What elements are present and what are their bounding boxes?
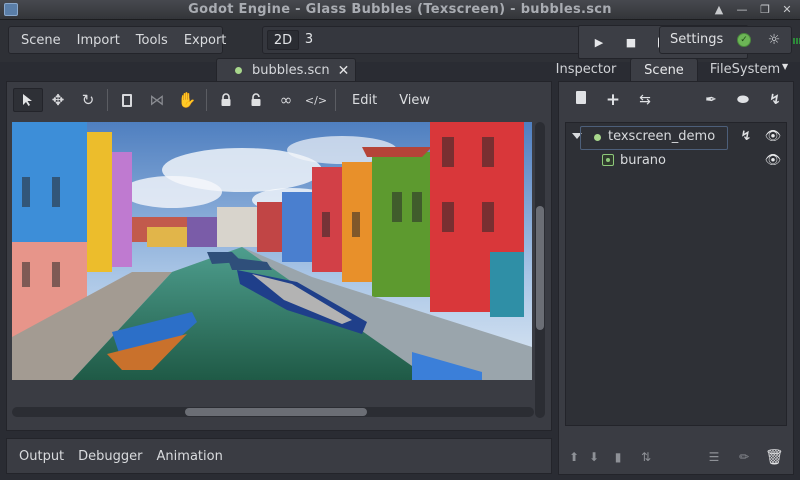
dock-menu-arrow-icon[interactable]: ▼ — [782, 62, 792, 72]
tab-scene[interactable]: Scene — [630, 58, 698, 82]
settings-button[interactable]: Settings — [670, 32, 723, 47]
tree-node-texscreen-demo[interactable]: texscreen_demo ↯ 👁 — [566, 125, 786, 150]
group-icon[interactable]: ∞ — [271, 88, 301, 112]
scale-tool-icon[interactable] — [112, 88, 142, 112]
close-icon[interactable]: ✕ — [338, 63, 350, 79]
close-button[interactable]: ✕ — [779, 2, 795, 18]
select-tool-icon[interactable] — [13, 88, 43, 112]
merge-icon[interactable]: ☰ — [705, 448, 723, 466]
node-label: texscreen_demo — [608, 129, 716, 144]
scene-dock-bottom-toolbar: ⬆ ⬇ ▮ ⇅ ☰ ✏ 🗑 — [559, 440, 793, 474]
menu-import[interactable]: Import — [69, 33, 128, 48]
rotate-tool-icon[interactable]: ↻ — [73, 88, 103, 112]
window-title: Godot Engine - Glass Bubbles (Texscreen)… — [188, 2, 612, 17]
godot-editor-window: { "window": { "title": "Godot Engine - G… — [0, 0, 800, 480]
new-scene-icon[interactable] — [571, 90, 591, 110]
scene-dot-icon — [235, 67, 242, 74]
ungroup-icon[interactable]: </> — [301, 88, 331, 112]
toolbar-separator — [107, 89, 108, 111]
vertical-scrollbar[interactable] — [535, 122, 545, 418]
tab-label: bubbles.scn — [252, 63, 330, 78]
sprite-icon — [602, 154, 614, 166]
move-down-icon[interactable]: ⬇ — [585, 448, 603, 466]
tree-node-burano[interactable]: burano 👁 — [566, 149, 786, 173]
menu-export[interactable]: Export — [176, 33, 235, 48]
menu-edit[interactable]: Edit — [340, 93, 387, 108]
title-bar: Godot Engine - Glass Bubbles (Texscreen)… — [0, 0, 800, 20]
menu-tools[interactable]: Tools — [128, 33, 176, 48]
menu-view[interactable]: View — [387, 93, 440, 108]
stop-icon[interactable]: ■ — [619, 30, 643, 54]
tab-filesystem[interactable]: FileSystem — [702, 58, 788, 82]
burano-canal-image — [12, 122, 532, 380]
restore-button[interactable]: ❐ — [757, 2, 773, 18]
horizontal-scrollbar[interactable] — [12, 407, 534, 417]
eye-icon[interactable]: 👁 — [764, 128, 782, 146]
maximize-up-icon[interactable]: ▲ — [711, 2, 727, 18]
mode-2d-button[interactable]: 2D — [267, 30, 299, 50]
view-mode-bar: 2D 3 ▶ ■ ▶ ℣ — [262, 25, 800, 59]
pivot-tool-icon[interactable]: ⋈ — [142, 88, 172, 112]
play-icon[interactable]: ▶ — [587, 30, 611, 54]
unlock-icon[interactable] — [241, 88, 271, 112]
move-up-icon[interactable]: ⬆ — [565, 448, 583, 466]
vertical-scroll-thumb[interactable] — [536, 206, 544, 330]
trash-icon[interactable]: 🗑 — [765, 448, 784, 466]
editor-panel: ✥ ↻ ⋈ ✋ ∞ </> Edit View — [6, 81, 552, 431]
tab-bubbles-scn[interactable]: bubbles.scn ✕ — [216, 58, 356, 82]
signal-icon[interactable]: ↯ — [765, 90, 785, 110]
node-scene-icon — [594, 134, 601, 141]
horizontal-scroll-thumb[interactable] — [185, 408, 367, 416]
bottom-panel-bar: Output Debugger Animation — [6, 438, 552, 474]
reparent-icon[interactable]: ⇅ — [637, 448, 655, 466]
mode-3d-button[interactable]: 3 — [303, 30, 315, 50]
move-tool-icon[interactable]: ✥ — [43, 88, 73, 112]
node-label: burano — [620, 153, 666, 168]
tab-debugger[interactable]: Debugger — [71, 449, 149, 464]
script-icon[interactable]: ✒ — [701, 90, 721, 110]
lock-icon[interactable] — [211, 88, 241, 112]
update-status-icon[interactable]: ✓ — [737, 33, 751, 47]
eye-icon[interactable]: 👁 — [764, 152, 782, 170]
scene-tree: texscreen_demo ↯ 👁 burano 👁 — [565, 122, 787, 426]
right-dock-tabs: Inspector Scene FileSystem ▼ — [542, 58, 800, 82]
scene-dock-toolbar: + ⇆ ✒ ⬬ ↯ — [559, 82, 793, 118]
rename-icon[interactable]: ✏ — [735, 448, 753, 466]
signal-icon[interactable]: ↯ — [738, 128, 754, 146]
toolbar-separator — [335, 89, 336, 111]
minimize-button[interactable]: — — [734, 2, 750, 18]
add-node-icon[interactable]: + — [603, 90, 623, 110]
instance-scene-icon[interactable]: ⇆ — [635, 90, 655, 110]
tab-inspector[interactable]: Inspector — [542, 58, 630, 82]
tab-output[interactable]: Output — [12, 449, 71, 464]
pan-tool-icon[interactable]: ✋ — [172, 88, 202, 112]
main-menu: Scene Import Tools Export — [8, 26, 226, 54]
editor-toolbar: ✥ ↻ ⋈ ✋ ∞ </> Edit View — [7, 82, 551, 118]
settings-area: Settings ✓ ☼ — [659, 26, 792, 54]
main-toolbar: Scene Import Tools Export 2D 3 ▶ ■ ▶ ℣ S… — [0, 20, 800, 62]
menu-scene[interactable]: Scene — [9, 33, 69, 48]
toolbar-separator — [206, 89, 207, 111]
connect-icon[interactable]: ⬬ — [733, 90, 753, 110]
duplicate-icon[interactable]: ▮ — [609, 448, 627, 466]
canvas-viewport[interactable] — [12, 122, 532, 380]
tab-animation[interactable]: Animation — [150, 449, 230, 464]
gear-icon[interactable]: ☼ — [766, 32, 782, 48]
scene-dock: + ⇆ ✒ ⬬ ↯ texscreen_demo ↯ 👁 burano 👁 ⬆ … — [558, 81, 794, 475]
